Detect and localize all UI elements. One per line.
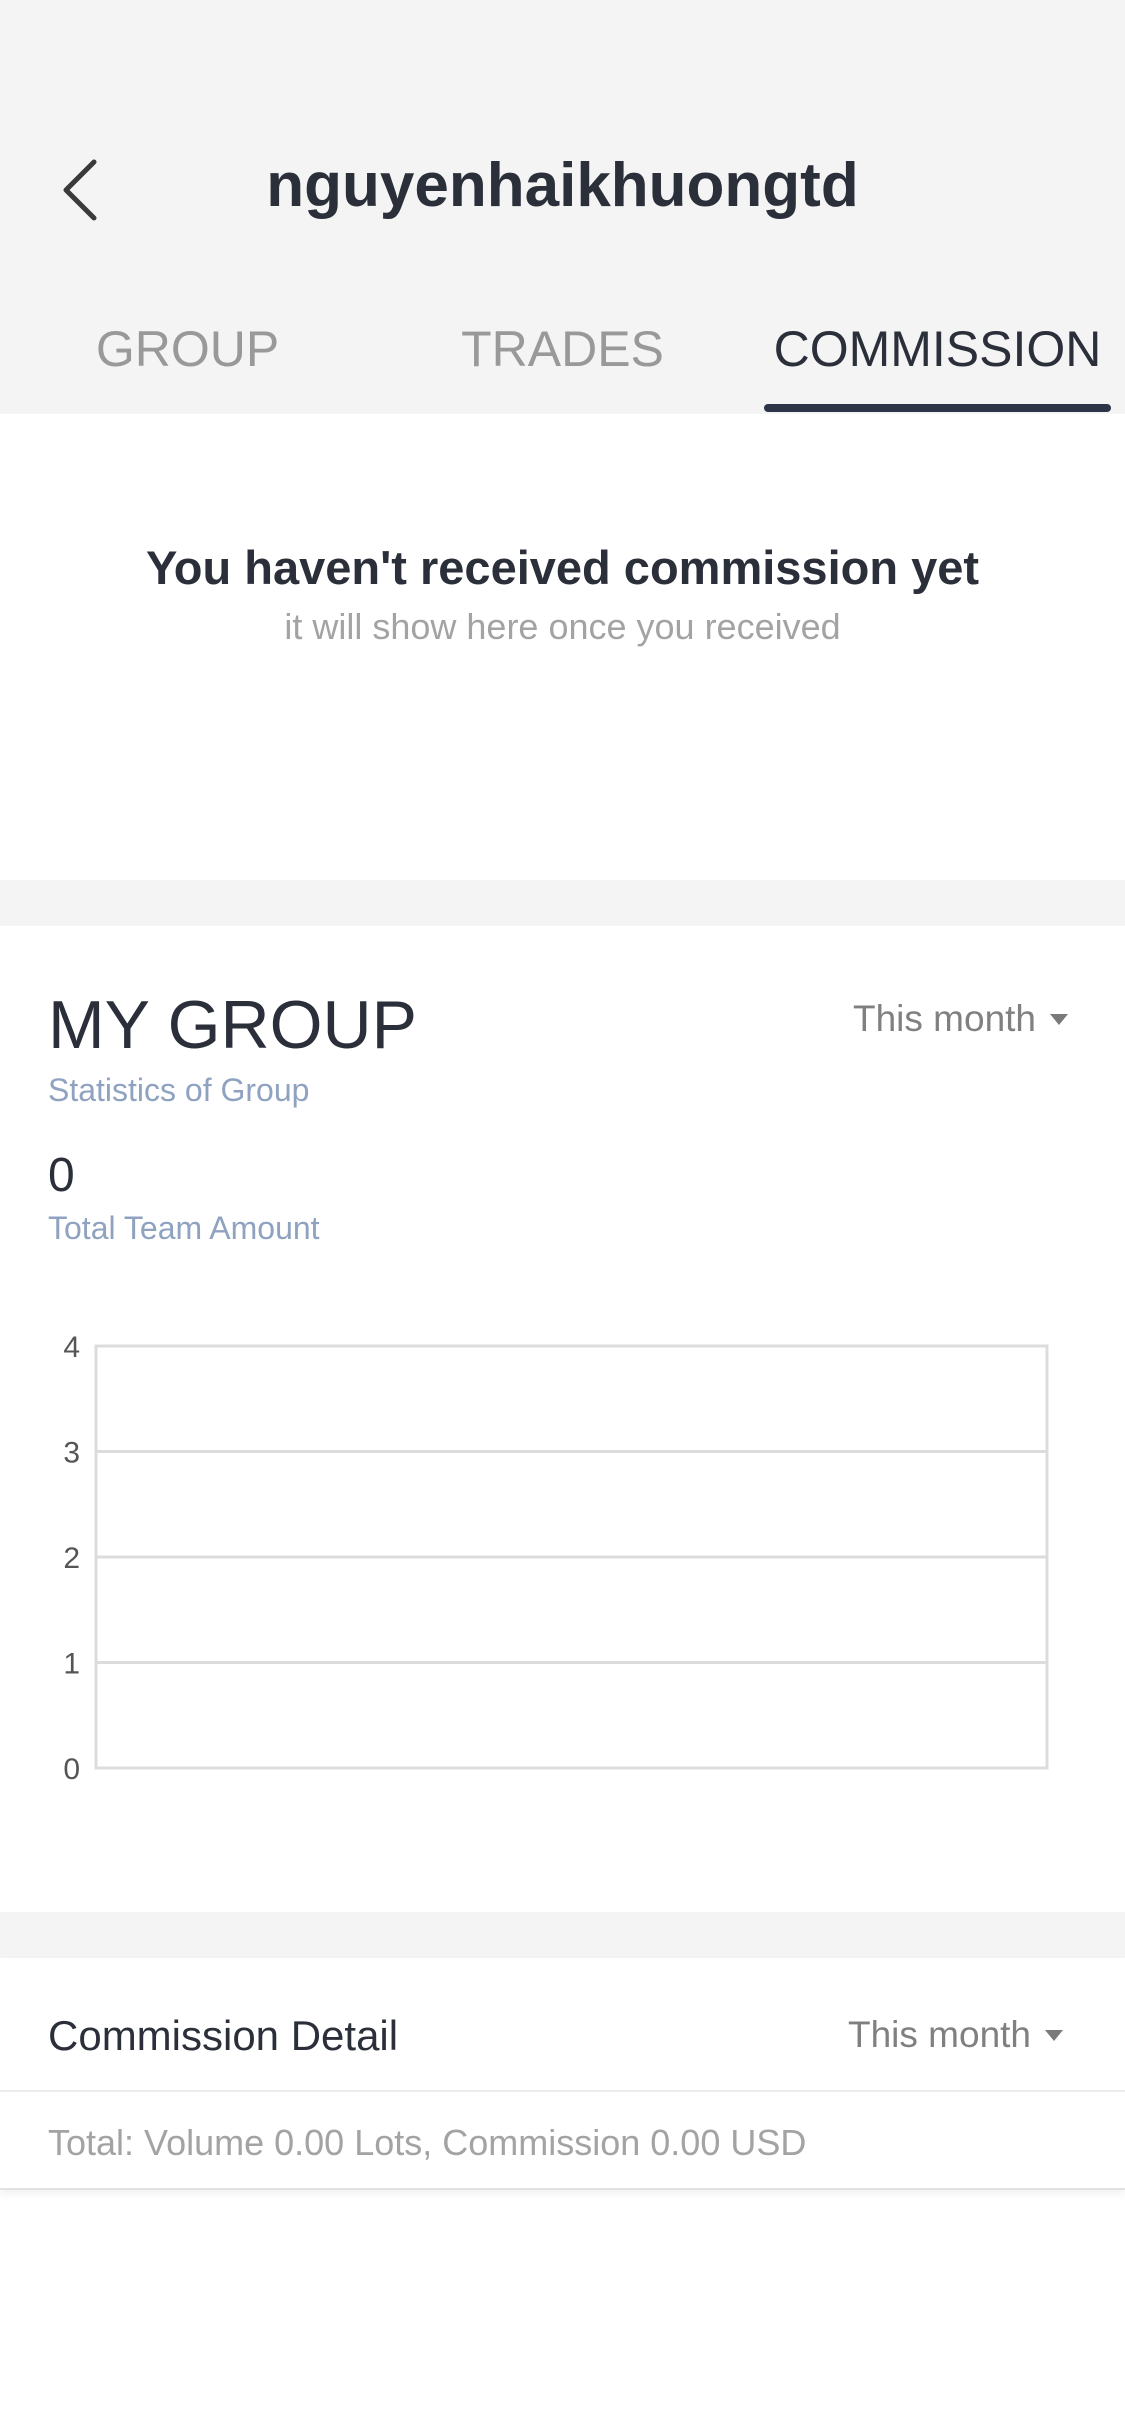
empty-state-subtitle: it will show here once you received [284,606,841,647]
active-tab-indicator [764,404,1111,412]
y-tick-label: 1 [63,1648,80,1681]
total-team-amount-label: Total Team Amount [48,1210,320,1246]
detail-bottom-border [0,2188,1125,2190]
group-period-dropdown[interactable]: This month [853,998,1069,1040]
commission-total-summary: Total: Volume 0.00 Lots, Commission 0.00… [48,2122,807,2163]
app-header: nguyenhaikhuongtd GROUP TRADES COMMISSIO… [0,0,1125,414]
my-group-section: MY GROUP This month Statistics of Group … [0,926,1125,1912]
page-title: nguyenhaikhuongtd [266,151,859,220]
empty-state-title: You haven't received commission yet [145,541,980,594]
group-chart: 0 1 2 3 4 01/8 [63,1331,1049,1786]
caret-down-icon [1045,2029,1064,2041]
empty-state: You haven't received commission yet it w… [0,414,1125,880]
commission-detail-section: Commission Detail This month Total: Volu… [0,1958,1125,2190]
section-divider [0,1912,1125,1958]
detail-divider [0,2090,1125,2092]
my-group-title: MY GROUP [48,987,418,1063]
tab-commission[interactable]: COMMISSION [764,320,1111,378]
detail-period-label: This month [848,2014,1032,2055]
commission-detail-title: Commission Detail [48,2012,399,2059]
y-tick-label: 2 [63,1542,80,1575]
group-period-label: This month [853,998,1037,1039]
y-tick-label: 0 [63,1753,80,1786]
y-tick-label: 4 [63,1331,80,1364]
caret-down-icon [1050,1013,1069,1025]
tab-trades[interactable]: TRADES [435,320,690,378]
tab-bar: GROUP TRADES COMMISSION [0,300,1125,414]
tab-group[interactable]: GROUP [60,320,315,378]
x-tick-label: 01/8 [542,1784,600,1786]
detail-period-dropdown[interactable]: This month [848,2014,1064,2056]
y-tick-label: 3 [63,1437,80,1470]
total-team-amount-value: 0 [48,1149,75,1202]
section-divider [0,880,1125,926]
my-group-subtitle: Statistics of Group [48,1072,310,1108]
